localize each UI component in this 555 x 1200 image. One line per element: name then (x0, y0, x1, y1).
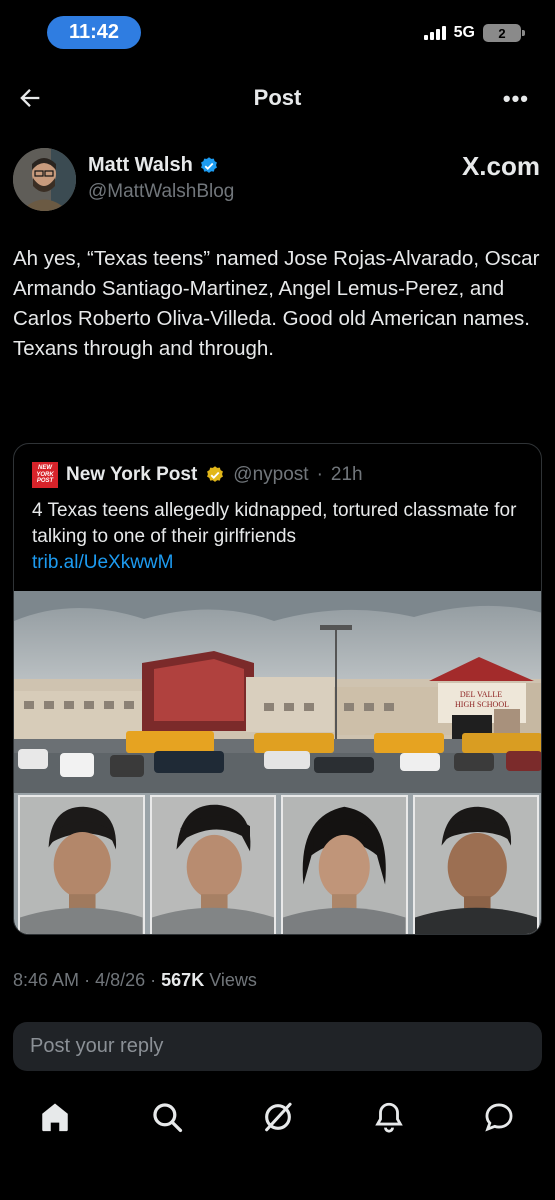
quoted-post[interactable]: NEW YORK POST New York Post @nypost · 21… (13, 443, 542, 935)
nypost-logo: NEW YORK POST (32, 462, 58, 488)
views-count[interactable]: 567K (161, 970, 204, 990)
views-label: Views (209, 970, 257, 990)
more-options-icon[interactable]: ••• (503, 86, 529, 112)
home-icon[interactable] (38, 1100, 72, 1134)
post-time: 8:46 AM (13, 970, 80, 990)
quoted-author-name[interactable]: New York Post (66, 464, 197, 486)
gold-verified-badge-icon (207, 466, 224, 482)
mugshot-4[interactable] (412, 795, 539, 934)
page-title: Post (253, 85, 302, 110)
mugshot-row (14, 795, 541, 934)
news-photo[interactable]: DEL VALLE HIGH SCHOOL (14, 591, 541, 934)
nypost-logo-text: NEW YORK POST (36, 465, 54, 485)
status-time: 11:42 (47, 16, 141, 49)
mugshot-image (414, 797, 537, 934)
quoted-post-age: 21h (330, 464, 363, 485)
quoted-post-text: 4 Texas teens allegedly kidnapped, tortu… (32, 498, 527, 576)
signal-icon (423, 26, 446, 40)
avatar[interactable] (13, 148, 76, 211)
meta-separator: · (84, 970, 91, 990)
verified-badge-icon (200, 156, 217, 173)
quoted-post-body: 4 Texas teens allegedly kidnapped, tortu… (32, 500, 517, 547)
mugshot-image (20, 797, 143, 934)
reply-placeholder: Post your reply (30, 1035, 164, 1057)
mugshot-1[interactable] (18, 795, 145, 934)
battery-icon: 2 (483, 24, 525, 42)
source-label: X.com (461, 151, 540, 181)
back-arrow-icon[interactable] (16, 84, 44, 112)
quoted-author-handle[interactable]: @nypost (233, 464, 308, 486)
author-name[interactable]: Matt Walsh (88, 154, 193, 177)
post-date: 4/8/26 (95, 970, 146, 990)
school-sign-text: DEL VALLE HIGH SCHOOL (455, 690, 509, 709)
battery-level: 2 (498, 25, 506, 41)
quoted-post-header: NEW YORK POST New York Post @nypost · 21… (32, 462, 363, 488)
separator-dot: · (316, 464, 323, 485)
messages-icon[interactable] (482, 1100, 516, 1134)
network-label: 5G (453, 24, 475, 41)
reply-input[interactable]: Post your reply (13, 1022, 542, 1071)
school-sign-line-1: DEL VALLE (460, 690, 502, 699)
status-bar: 11:42 5G 2 (0, 0, 555, 64)
mugshot-image (151, 797, 274, 934)
post-text: Ah yes, “Texas teens” named Jose Rojas-A… (13, 247, 540, 360)
mugshot-2[interactable] (149, 795, 276, 934)
meta-separator: · (150, 970, 157, 990)
post-author: Matt Walsh @MattWalshBlog X.com (13, 148, 543, 212)
grok-icon[interactable] (261, 1100, 295, 1134)
quoted-post-link[interactable]: trib.al/UeXkwwM (32, 550, 527, 576)
author-handle[interactable]: @MattWalshBlog (88, 181, 234, 203)
bottom-tab-bar (0, 1094, 555, 1139)
notifications-icon[interactable] (372, 1100, 406, 1134)
author-name-row[interactable]: Matt Walsh (88, 154, 219, 177)
mugshot-image (283, 797, 406, 934)
status-indicators: 5G 2 (423, 24, 525, 42)
post-meta: 8:46 AM · 4/8/26 · 567K Views (13, 970, 257, 991)
school-sign-line-2: HIGH SCHOOL (455, 700, 509, 709)
mugshot-3[interactable] (281, 795, 408, 934)
nav-bar: Post ••• (0, 70, 555, 126)
search-icon[interactable] (150, 1100, 184, 1134)
avatar-image (13, 148, 76, 211)
